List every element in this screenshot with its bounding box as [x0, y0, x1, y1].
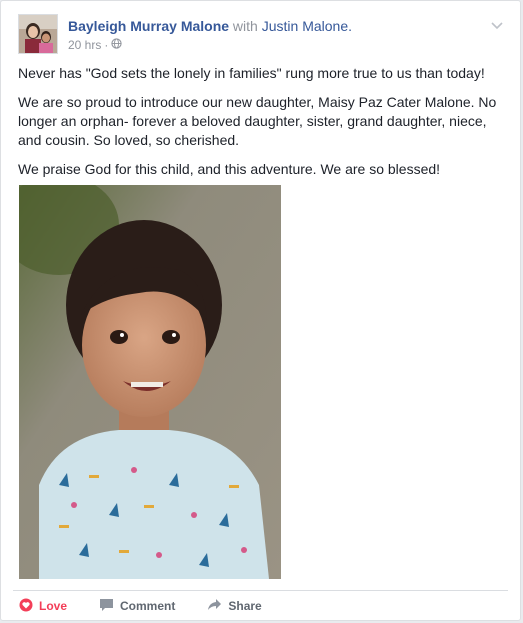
- post-actions: Love Comment Share: [13, 592, 508, 620]
- post-meta: 20 hrs ·: [68, 37, 478, 53]
- comment-button[interactable]: Comment: [93, 592, 175, 620]
- header-text: Bayleigh Murray Malone with Justin Malon…: [68, 16, 478, 53]
- post-text: Never has "God sets the lonely in famili…: [18, 64, 510, 189]
- post-card: Bayleigh Murray Malone with Justin Malon…: [0, 0, 521, 621]
- name-line: Bayleigh Murray Malone with Justin Malon…: [68, 16, 478, 36]
- timestamp[interactable]: 20 hrs: [68, 37, 101, 53]
- tagged-user-link[interactable]: Justin Malone.: [262, 18, 352, 34]
- heart-icon: [19, 598, 33, 615]
- meta-separator: ·: [104, 38, 109, 52]
- post-photo[interactable]: [19, 185, 281, 579]
- love-button[interactable]: Love: [13, 592, 67, 620]
- share-icon: [207, 598, 222, 615]
- share-button[interactable]: Share: [201, 592, 262, 620]
- author-link[interactable]: Bayleigh Murray Malone: [68, 18, 229, 34]
- comment-icon: [99, 598, 114, 615]
- avatar[interactable]: [18, 14, 58, 54]
- post-paragraph-3: We praise God for this child, and this a…: [18, 161, 441, 177]
- love-label: Love: [39, 599, 68, 613]
- post-header: Bayleigh Murray Malone with Justin Malon…: [18, 14, 508, 58]
- comment-label: Comment: [120, 599, 176, 613]
- with-text: with: [229, 18, 262, 34]
- post-paragraph-1: Never has "God sets the lonely in famili…: [18, 65, 485, 81]
- share-label: Share: [228, 599, 262, 613]
- chevron-down-icon[interactable]: [490, 18, 504, 32]
- post-paragraph-2: We are so proud to introduce our new dau…: [18, 94, 497, 148]
- actions-divider: [13, 590, 508, 591]
- globe-icon[interactable]: [111, 37, 122, 53]
